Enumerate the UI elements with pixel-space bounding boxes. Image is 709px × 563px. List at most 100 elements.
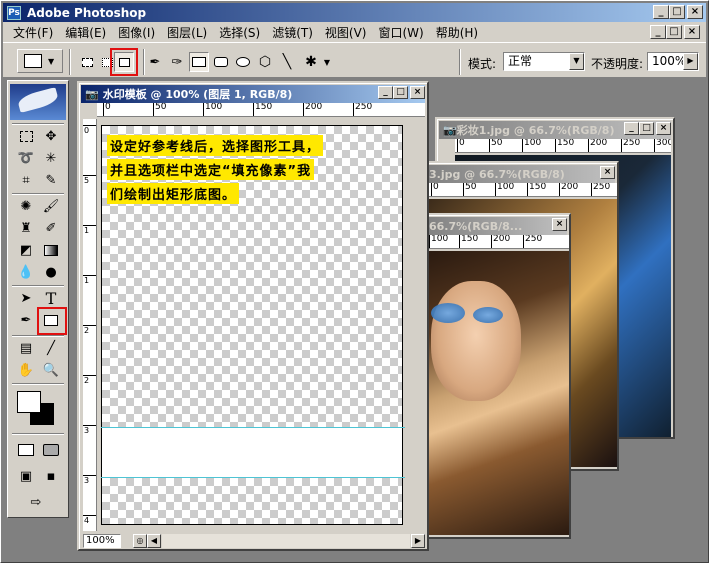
tool-preset-picker[interactable]: ▼ [17,49,63,73]
status-menu-icon[interactable]: ◎ [133,534,147,548]
caption-line-1: 设定好参考线后，选择图形工具， [107,135,324,156]
restore-button[interactable]: □ [639,122,654,135]
caption-line-2: 并且选项栏中选定“填充像素”我 [107,159,315,180]
eraser-tool-icon[interactable]: ◩ [14,239,38,261]
close-button[interactable]: × [656,122,671,135]
history-brush-icon[interactable]: ✐ [39,217,63,239]
healing-brush-icon[interactable]: ✺ [14,195,38,217]
opacity-value: 100% [652,54,687,68]
document-title: 66.7%(RGB/8... [429,219,523,233]
slice-tool-icon[interactable]: ✎ [39,169,63,191]
menu-filter[interactable]: 滤镜(T) [266,24,319,41]
pen-tool-box-icon[interactable]: ✒ [14,309,38,331]
document-title: 水印模板 @ 100% (图层 1, RGB/8) [102,88,293,101]
type-tool-icon[interactable]: T [39,287,63,309]
notes-tool-icon[interactable]: ▤ [14,337,38,359]
minimize-button[interactable]: _ [378,86,393,99]
mode-select[interactable]: 正常 ▼ [503,52,585,71]
close-button[interactable]: × [552,218,567,231]
horizontal-ruler: 0 50 100 150 200 250 300 [455,139,671,153]
menu-select[interactable]: 选择(S) [213,24,266,41]
move-tool-icon[interactable]: ✥ [39,125,63,147]
gradient-tool-icon[interactable] [39,239,63,261]
doc-minimize-button[interactable]: _ [650,25,666,39]
clone-stamp-icon[interactable]: ♜ [14,217,38,239]
restore-button[interactable]: □ [669,5,685,19]
freeform-pen-icon[interactable]: ✑ [167,52,187,72]
scroll-left-button[interactable]: ◀ [147,534,161,548]
custom-shape-icon[interactable]: ✱ [301,52,321,72]
mode-label: 模式: [468,57,497,71]
rounded-rectangle-icon[interactable] [211,52,231,72]
mode-value: 正常 [508,54,533,68]
foreground-color-swatch[interactable] [17,391,41,413]
close-button[interactable]: × [600,166,615,179]
fill-pixels-highlight [110,48,138,76]
eyedropper-tool-icon[interactable]: ╱ [39,337,63,359]
document-window-portrait[interactable]: 66.7%(RGB/8... × 100 150 200 250 [421,213,571,539]
lasso-tool-icon[interactable]: ➰ [14,147,38,169]
dodge-tool-icon[interactable]: ● [39,261,63,283]
app-title: Adobe Photoshop [27,5,147,20]
line-tool-icon[interactable]: ╲ [277,52,297,72]
photoshop-app: Ps Adobe Photoshop _ □ × 文件(F) 编辑(E) 图像(… [0,0,709,563]
minimize-button[interactable]: _ [653,5,669,19]
pen-tool-icon[interactable]: ✒ [145,52,165,72]
close-button[interactable]: × [687,5,703,19]
full-screen-icon[interactable]: ▪ [39,465,63,487]
opacity-input[interactable]: 100% ▶ [647,52,699,71]
opacity-label: 不透明度: [591,57,644,71]
document-title: 3.jpg @ 66.7%(RGB/8) [429,167,565,181]
guide-line-bottom[interactable] [101,477,405,478]
jump-to-imageready-icon[interactable]: ⇨ [24,491,48,513]
rectangle-fill-area [102,428,402,478]
menu-view[interactable]: 视图(V) [319,24,373,41]
menu-layer[interactable]: 图层(L) [161,24,213,41]
marquee-tool-icon[interactable] [14,125,38,147]
magic-wand-icon[interactable]: ✳ [39,147,63,169]
scroll-right-button[interactable]: ▶ [411,534,425,548]
shape-layers-icon[interactable] [77,52,97,72]
tutorial-caption: 设定好参考线后，选择图形工具， 并且选项栏中选定“填充像素”我 们绘制出矩形底图… [107,135,324,207]
beauty-portrait-photo [427,251,569,535]
screen-mode-icon[interactable]: ▣ [14,465,38,487]
menu-bar: 文件(F) 编辑(E) 图像(I) 图层(L) 选择(S) 滤镜(T) 视图(V… [3,22,706,42]
brush-tool-icon[interactable]: 🖌 [39,195,63,217]
blur-tool-icon[interactable]: 💧 [14,261,38,283]
chevron-down-icon: ▼ [569,53,584,70]
app-title-bar: Ps Adobe Photoshop _ □ × [3,3,706,22]
menu-window[interactable]: 窗口(W) [372,24,429,41]
document-window-watermark-template[interactable]: 📷 水印模板 @ 100% (图层 1, RGB/8) _ □ × 0 50 10… [77,81,429,551]
caption-line-3: 们绘制出矩形底图。 [107,183,240,204]
hand-tool-icon[interactable]: ✋ [14,359,38,381]
doc-restore-button[interactable]: □ [666,25,682,39]
toolbox: ✥ ➰ ✳ ⌗ ✎ ✺ 🖌 ♜ ✐ ◩ 💧 ● ➤ T ✒ ▤ ╱ ✋ 🔍 ▣ … [7,80,69,518]
rectangle-preset-icon [24,54,42,68]
quick-mask-icon[interactable] [39,439,63,461]
photoshop-icon: Ps [7,5,21,20]
chevron-right-icon: ▶ [683,53,698,70]
menu-help[interactable]: 帮助(H) [430,24,484,41]
standard-mode-icon[interactable] [14,439,38,461]
ellipse-tool-icon[interactable] [233,52,253,72]
crop-tool-icon[interactable]: ⌗ [14,169,38,191]
document-title-bar: 📷 水印模板 @ 100% (图层 1, RGB/8) [81,85,425,103]
doc-close-button[interactable]: × [684,25,700,39]
menu-file[interactable]: 文件(F) [7,24,59,41]
vertical-ruler: 0 5 1 1 2 2 3 3 4 [83,119,97,531]
menu-image[interactable]: 图像(I) [112,24,161,41]
zoom-input[interactable]: 100% [83,534,121,548]
document-title-bar: 3.jpg @ 66.7%(RGB/8) [425,165,615,183]
minimize-button[interactable]: _ [624,122,639,135]
document-status-bar: 100% ◎ ◀ ▶ [83,533,425,549]
zoom-tool-icon[interactable]: 🔍 [39,359,63,381]
polygon-tool-icon[interactable]: ⬡ [255,52,275,72]
shape-options-arrow-icon[interactable]: ▼ [321,52,333,72]
path-selection-icon[interactable]: ➤ [14,287,38,309]
guide-line-top[interactable] [101,427,405,428]
restore-button[interactable]: □ [393,86,408,99]
menu-edit[interactable]: 编辑(E) [59,24,112,41]
rectangle-tool-icon[interactable] [189,52,209,72]
horizontal-scrollbar[interactable] [161,533,411,549]
close-button[interactable]: × [410,86,425,99]
